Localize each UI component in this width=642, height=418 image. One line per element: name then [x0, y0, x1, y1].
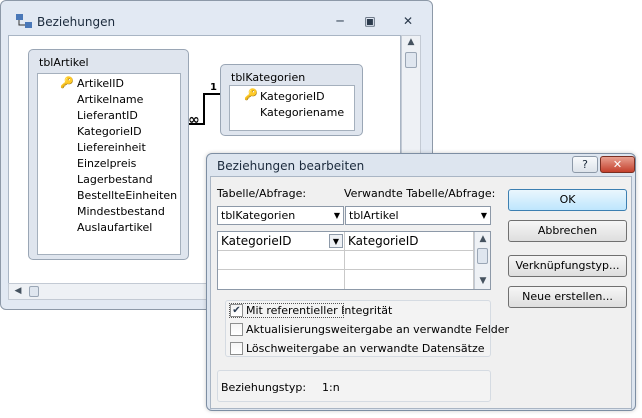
dialog-title: Beziehungen bearbeiten [217, 159, 365, 173]
close-button[interactable]: ✕ [396, 12, 420, 30]
field-item[interactable]: ArtikelID [77, 77, 124, 90]
many-side-label: ∞ [188, 112, 200, 128]
table-box-tblArtikel[interactable]: tblArtikel 🔑 ArtikelID Artikelname Liefe… [28, 49, 189, 260]
field-item[interactable]: Einzelpreis [77, 157, 136, 170]
related-table-query-label: Verwandte Tabelle/Abfrage: [344, 187, 496, 200]
relationship-type-label: Beziehungstyp: [221, 381, 307, 394]
scroll-left-icon[interactable]: ◀ [11, 286, 25, 296]
relationships-app-icon [16, 14, 32, 28]
scroll-thumb[interactable] [29, 286, 39, 297]
grid-cell-right[interactable] [345, 270, 474, 289]
related-table-query-select[interactable]: tblArtikel ▼ [345, 206, 491, 225]
minimize-button[interactable]: ─ [328, 12, 352, 30]
table-query-select[interactable]: tblKategorien ▼ [217, 206, 344, 225]
table-box-tblKategorien[interactable]: tblKategorien 🔑 KategorieID Kategorienam… [220, 64, 363, 136]
grid-cell-right[interactable]: KategorieID [345, 232, 474, 251]
dialog-close-button[interactable]: ✕ [600, 156, 635, 173]
field-item[interactable]: Kategoriename [260, 106, 344, 119]
scroll-thumb[interactable] [405, 52, 417, 68]
selected-value: tblArtikel [349, 209, 399, 222]
window-title: Beziehungen [37, 15, 116, 29]
selected-value: tblKategorien [221, 209, 296, 222]
relationship-line[interactable] [186, 80, 226, 140]
grid-cell-left[interactable] [218, 270, 345, 289]
dropdown-arrow-icon[interactable]: ▼ [481, 207, 487, 224]
grid-cell-left[interactable] [218, 251, 345, 270]
scroll-up-icon[interactable]: ▲ [402, 37, 420, 47]
key-icon: 🔑 [244, 88, 258, 101]
grid-cell-right[interactable] [345, 251, 474, 270]
dropdown-arrow-icon[interactable]: ▼ [334, 207, 340, 224]
grid-cell-left[interactable]: KategorieID ▼ [218, 232, 345, 251]
help-button[interactable]: ? [572, 156, 598, 173]
restore-button[interactable]: ▣ [358, 12, 382, 30]
referential-integrity-checkbox[interactable]: ✔ [230, 304, 243, 317]
grid-scrollbar[interactable]: ▲ ▼ [474, 232, 490, 289]
cell-text: KategorieID [221, 234, 292, 248]
field-item[interactable]: KategorieID [77, 125, 142, 138]
create-new-button[interactable]: Neue erstellen... [508, 286, 627, 308]
one-side-label: 1 [210, 82, 217, 93]
table-name: tblKategorien [231, 71, 306, 84]
join-type-button[interactable]: Verknüpfungstyp... [508, 255, 627, 277]
field-list[interactable]: 🔑 ArtikelID Artikelname LieferantID Kate… [37, 73, 181, 255]
integrity-options-group: ✔ Mit referentieller Integrität Aktualis… [225, 300, 509, 357]
table-query-label: Tabelle/Abfrage: [217, 187, 307, 200]
relationship-type-value: 1:n [322, 381, 340, 394]
checkbox-label[interactable]: Aktualisierungsweitergabe an verwandte F… [246, 323, 509, 336]
field-mapping-grid[interactable]: KategorieID ▼ KategorieID ▲ ▼ [217, 231, 491, 290]
table-name: tblArtikel [39, 56, 89, 69]
field-item[interactable]: BestellteEinheiten [77, 189, 177, 202]
checkmark-icon: ✔ [232, 305, 241, 316]
cancel-button[interactable]: Abbrechen [508, 220, 627, 242]
field-item[interactable]: LieferantID [77, 109, 138, 122]
key-icon: 🔑 [60, 76, 74, 89]
ok-button[interactable]: OK [508, 189, 627, 211]
scroll-thumb[interactable] [477, 248, 488, 264]
field-item[interactable]: Artikelname [77, 93, 143, 106]
cascade-delete-checkbox[interactable] [230, 342, 243, 355]
field-item[interactable]: Mindestbestand [77, 205, 165, 218]
scroll-up-icon[interactable]: ▲ [475, 234, 491, 244]
field-item[interactable]: Liefereinheit [77, 141, 146, 154]
scroll-down-icon[interactable]: ▼ [475, 276, 491, 286]
edit-relationships-dialog: Beziehungen bearbeiten ? ✕ Tabelle/Abfra… [206, 153, 636, 411]
checkbox-label[interactable]: Mit referentieller Integrität [246, 304, 392, 317]
relationship-type-area: Beziehungstyp: 1:n [217, 370, 491, 402]
checkbox-label[interactable]: Löschweitergabe an verwandte Datensätze [246, 342, 484, 355]
cascade-update-checkbox[interactable] [230, 323, 243, 336]
field-item[interactable]: Lagerbestand [77, 173, 153, 186]
dialog-body: Tabelle/Abfrage: Verwandte Tabelle/Abfra… [210, 176, 632, 409]
field-item[interactable]: KategorieID [260, 90, 325, 103]
dropdown-arrow-icon[interactable]: ▼ [329, 234, 343, 248]
field-item[interactable]: Auslaufartikel [77, 221, 152, 234]
field-list[interactable]: 🔑 KategorieID Kategoriename [229, 85, 355, 131]
